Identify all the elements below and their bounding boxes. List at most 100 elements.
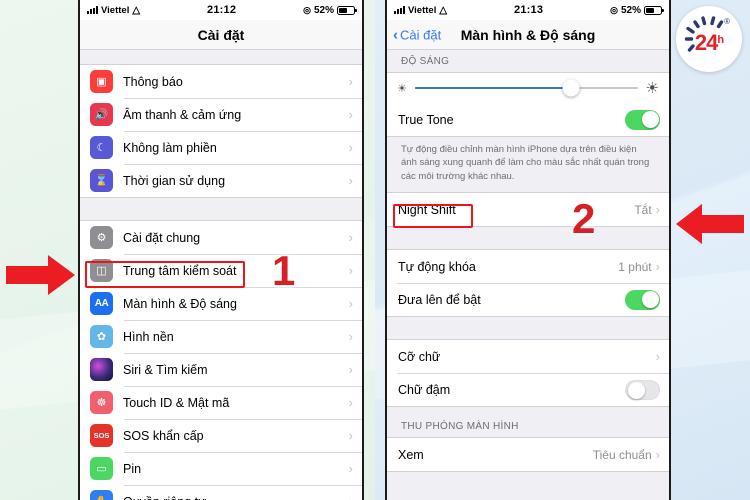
zoom-section-header: THU PHÓNG MÀN HÌNH: [401, 421, 519, 433]
night-shift-row[interactable]: Night Shift Tắt ›: [387, 193, 669, 227]
brightness-slider-fill: [414, 87, 571, 89]
chevron-right-icon: ›: [349, 495, 353, 500]
row-label: Pin: [123, 461, 142, 476]
sidebar-item-privacy[interactable]: ✋ Quyền riêng tư ›: [80, 485, 362, 500]
bold-text-toggle[interactable]: [625, 379, 660, 400]
status-bar-right: Viettel △ 21:13 ◎ 52%: [387, 0, 669, 20]
carrier-label: Viettel: [101, 4, 130, 16]
chevron-right-icon: ›: [655, 259, 660, 275]
chevron-right-icon: ›: [348, 296, 353, 311]
settings-group-1: ▣ Thông báo › 🔊 Âm thanh & cảm ứng › ☾ K…: [80, 64, 362, 198]
true-tone-toggle[interactable]: [625, 109, 660, 130]
sidebar-item-do-not-disturb[interactable]: ☾ Không làm phiền ›: [80, 131, 362, 164]
location-services-icon: ◎: [303, 4, 311, 15]
back-button[interactable]: ‹ Cài đặt: [393, 27, 441, 42]
emergency-sos-icon: SOS: [90, 424, 113, 447]
page-title: Màn hình & Độ sáng: [460, 26, 596, 43]
sidebar-item-display-brightness[interactable]: AA Màn hình & Độ sáng ›: [80, 287, 362, 320]
gear-icon: ⚙: [90, 226, 113, 249]
nav-bar-right: ‹ Cài đặt Màn hình & Độ sáng: [387, 20, 669, 50]
signal-bars-icon: [394, 6, 405, 14]
sidebar-item-sounds[interactable]: 🔊 Âm thanh & cảm ứng ›: [80, 98, 362, 131]
battery-icon: [644, 5, 664, 15]
right-pointing-arrow: [6, 255, 75, 295]
night-shift-value: Tắt: [634, 202, 652, 217]
phone-right-display-settings: Viettel △ 21:13 ◎ 52% ‹ Cài đặt Màn hình…: [385, 0, 671, 500]
text-size-row[interactable]: Cỡ chữ ›: [387, 340, 669, 374]
control-center-icon: ◫: [90, 259, 113, 282]
registered-mark: ®: [724, 17, 730, 26]
step-number-1: 1: [272, 247, 296, 294]
settings-scroll-left[interactable]: ▣ Thông báo › 🔊 Âm thanh & cảm ứng › ☾ K…: [80, 50, 362, 500]
sounds-haptics-icon: 🔊: [90, 103, 113, 126]
chevron-right-icon: ›: [348, 428, 353, 443]
row-label: SOS khẩn cấp: [123, 428, 204, 443]
auto-lock-row[interactable]: Tự động khóa 1 phút ›: [387, 250, 669, 284]
brightness-slider[interactable]: [414, 79, 638, 97]
raise-to-wake-row[interactable]: Đưa lên để bật: [387, 283, 669, 317]
status-time: 21:13: [514, 4, 544, 16]
raise-to-wake-toggle[interactable]: [625, 289, 660, 310]
wifi-icon: △: [439, 4, 448, 16]
sidebar-item-wallpaper[interactable]: ✿ Hình nền ›: [80, 320, 362, 353]
auto-lock-label: Tự động khóa: [398, 259, 476, 274]
row-label: Thông báo: [123, 74, 183, 89]
chevron-right-icon: ›: [348, 107, 353, 122]
battery-icon: ▭: [90, 457, 113, 480]
lock-wake-group: Tự động khóa 1 phút › Đưa lên để bật: [387, 249, 669, 318]
battery-percent-label: 52%: [620, 4, 641, 16]
true-tone-row[interactable]: True Tone: [387, 103, 669, 136]
brightness-slider-handle[interactable]: [562, 79, 580, 97]
page-title: Cài đặt: [197, 26, 245, 43]
row-label: Touch ID & Mật mã: [123, 395, 230, 410]
view-row[interactable]: Xem Tiêu chuẩn ›: [387, 438, 669, 472]
sidebar-item-battery[interactable]: ▭ Pin ›: [80, 452, 362, 485]
screen-time-icon: ⌛: [90, 169, 113, 192]
display-brightness-icon: AA: [90, 292, 113, 315]
chevron-right-icon: ›: [655, 202, 660, 218]
nav-bar-left: Cài đặt: [80, 20, 362, 50]
chevron-right-icon: ›: [348, 74, 353, 89]
phone-left-settings-list: Viettel △ 21:12 ◎ 52% Cài đặt ▣ Thông bá…: [78, 0, 364, 500]
chevron-right-icon: ›: [348, 461, 353, 476]
display-settings-scroll[interactable]: ĐỘ SÁNG ☀ ☀ True Tone Tự động điều chỉnh…: [387, 50, 669, 500]
night-shift-label: Night Shift: [398, 202, 456, 217]
text-size-label: Cỡ chữ: [398, 349, 441, 364]
sidebar-item-general[interactable]: ⚙ Cài đặt chung ›: [80, 221, 362, 254]
chevron-right-icon: ›: [348, 230, 353, 245]
sun-small-icon: ☀: [397, 82, 407, 95]
brightness-group: ☀ ☀ True Tone: [387, 72, 669, 137]
sun-large-icon: ☀: [645, 80, 659, 97]
wallpaper-icon: ✿: [90, 325, 113, 348]
sidebar-item-siri-search[interactable]: Siri & Tìm kiếm ›: [80, 353, 362, 386]
brightness-slider-row[interactable]: ☀ ☀: [387, 73, 669, 103]
carrier-label: Viettel: [408, 4, 437, 16]
logo-text: 24h: [694, 30, 724, 55]
brightness-section-header: ĐỘ SÁNG: [401, 56, 450, 67]
sidebar-item-notifications[interactable]: ▣ Thông báo ›: [80, 65, 362, 98]
row-label: Quyền riêng tư: [123, 495, 349, 500]
row-label: Thời gian sử dụng: [123, 173, 226, 188]
wifi-icon: △: [132, 4, 141, 16]
chevron-right-icon: ›: [655, 349, 660, 365]
sidebar-item-control-center[interactable]: ◫ Trung tâm kiểm soát ›: [80, 254, 362, 287]
sidebar-item-touch-id[interactable]: ☸ Touch ID & Mật mã ›: [80, 386, 362, 419]
sidebar-item-screen-time[interactable]: ⌛ Thời gian sử dụng ›: [80, 164, 362, 197]
chevron-right-icon: ›: [348, 362, 353, 377]
auto-lock-value: 1 phút: [618, 259, 652, 274]
row-label: Siri & Tìm kiếm: [123, 362, 208, 377]
raise-to-wake-label: Đưa lên để bật: [398, 292, 481, 307]
chevron-right-icon: ›: [655, 447, 660, 463]
chevron-right-icon: ›: [348, 395, 353, 410]
siri-search-icon: [90, 358, 113, 381]
sidebar-item-emergency-sos[interactable]: SOS SOS khẩn cấp ›: [80, 419, 362, 452]
battery-icon: [337, 5, 357, 15]
screenshot-canvas: Viettel △ 21:12 ◎ 52% Cài đặt ▣ Thông bá…: [0, 0, 750, 500]
bold-text-row[interactable]: Chữ đậm: [387, 373, 669, 407]
left-pointing-arrow: [676, 204, 744, 244]
chevron-right-icon: ›: [348, 173, 353, 188]
